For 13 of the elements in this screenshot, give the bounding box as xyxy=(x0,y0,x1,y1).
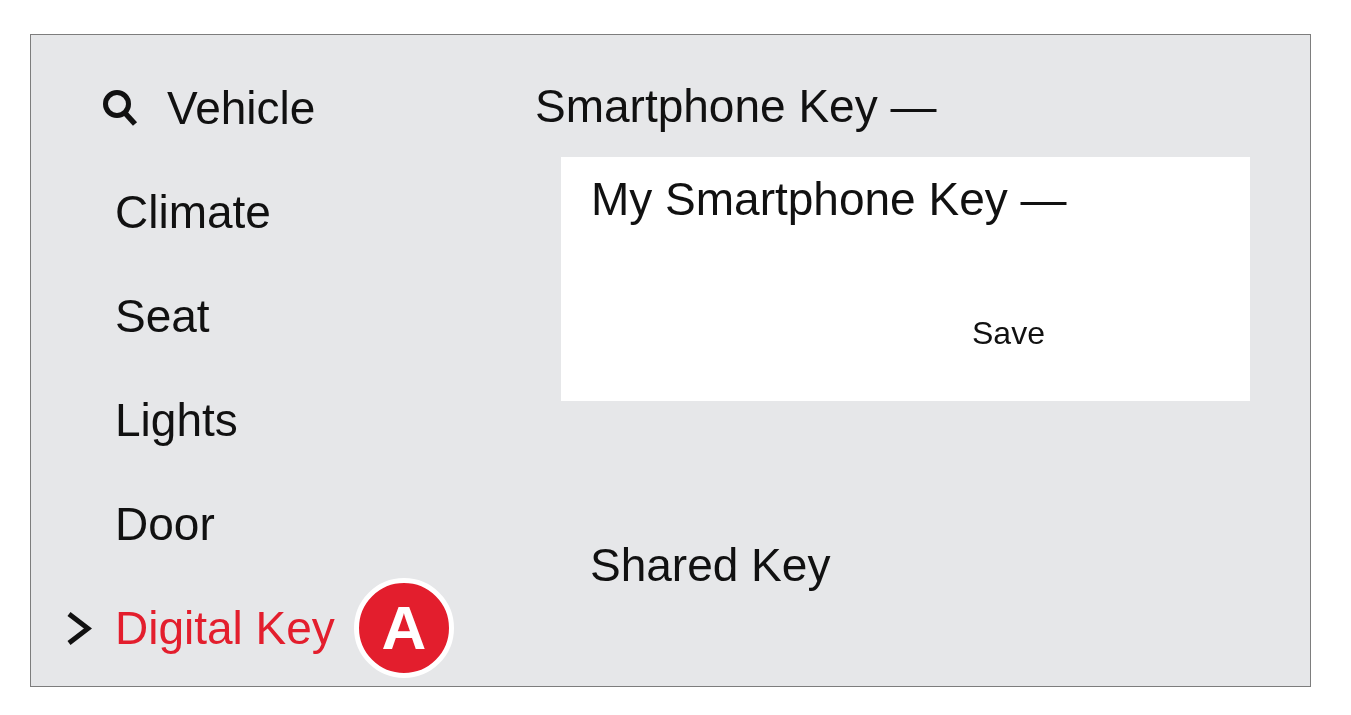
section-heading: Shared Key xyxy=(590,538,831,593)
sidebar-item[interactable]: Lights xyxy=(115,392,238,448)
sidebar-item[interactable]: Door xyxy=(115,496,215,552)
chevron-right-icon xyxy=(66,610,92,646)
section-heading: Smartphone Key — xyxy=(535,79,937,134)
sidebar-item[interactable]: Vehicle xyxy=(102,80,316,136)
sidebar-item[interactable]: Climate xyxy=(115,184,271,240)
sidebar-item[interactable]: Digital Key xyxy=(115,600,335,656)
search-icon xyxy=(102,89,138,127)
save-button[interactable]: Save xyxy=(956,306,1061,360)
sidebar-item[interactable]: Seat xyxy=(115,288,210,344)
callout-label: A xyxy=(353,578,454,678)
card-title: My Smartphone Key — xyxy=(591,172,1067,227)
